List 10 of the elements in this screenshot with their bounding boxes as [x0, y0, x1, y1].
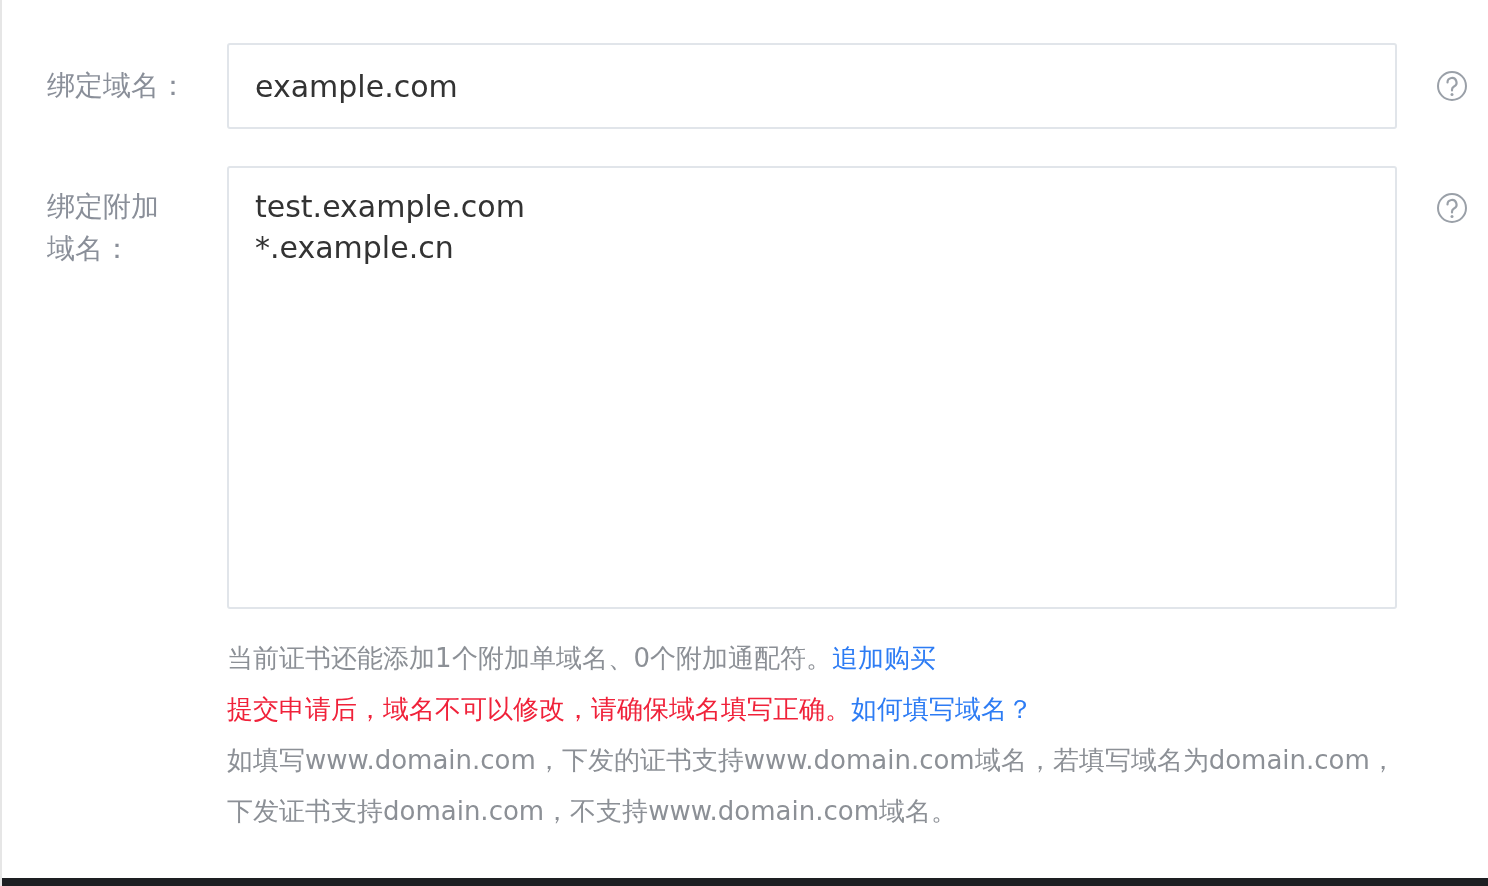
field-label: 绑定附加域名：: [46, 189, 160, 267]
help-icon[interactable]: [1436, 70, 1468, 102]
domain-textarea[interactable]: test.example.com *.example.cn: [227, 166, 1397, 609]
quota-note: 当前证书还能添加1个附加单域名、0个附加通配符。: [227, 643, 833, 673]
warning-text: 提交申请后，域名不可以修改，请确保域名填写正确。: [227, 694, 851, 724]
help-link[interactable]: 追加购买: [832, 643, 937, 673]
help-icon[interactable]: [1436, 192, 1468, 224]
help-link[interactable]: 如何填写域名？: [851, 694, 1033, 724]
example-note: 如填写www.domain.com，下发的证书支持www.domain.com域名，若填写域名为domain.com，下发证书支持domain.com，不支持www.domain.com域名。: [227, 744, 1397, 828]
domain-input[interactable]: example.com: [227, 43, 1397, 129]
